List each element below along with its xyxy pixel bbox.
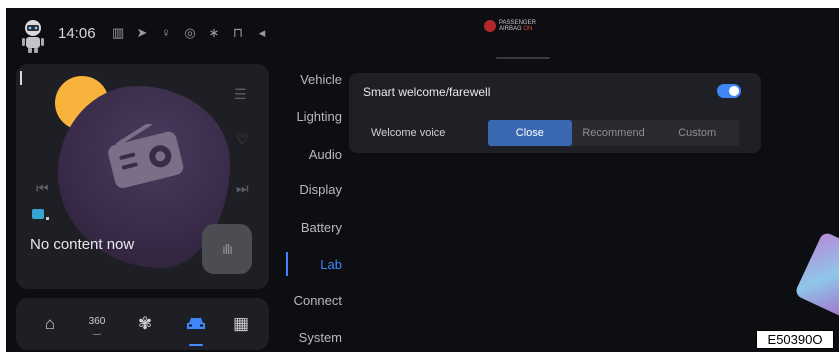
- nav-item-lab[interactable]: Lab: [276, 257, 352, 272]
- nav-item-audio[interactable]: Audio: [276, 147, 352, 162]
- previous-icon[interactable]: ⏮: [36, 180, 49, 197]
- source-dropdown-indicator: [46, 217, 49, 220]
- welcome-voice-label: Welcome voice: [371, 127, 446, 139]
- car-icon[interactable]: [174, 298, 218, 350]
- radio-icon: [108, 124, 184, 189]
- nav-item-system[interactable]: System: [276, 330, 352, 345]
- airbag-line2: AIRBAG: [499, 26, 522, 32]
- status-bar: 14:06 ▥ ➤ ♀ ◎ ∗ ⊓ ◂ PASSENGER AIRBAG ON: [6, 8, 839, 64]
- airbag-state: ON: [523, 26, 533, 32]
- nav-item-connect[interactable]: Connect: [276, 293, 352, 308]
- microphone-icon: ♀: [161, 25, 171, 40]
- smart-welcome-label: Smart welcome/farewell: [363, 85, 491, 99]
- next-icon[interactable]: ⏭: [236, 180, 249, 197]
- welcome-voice-option-custom[interactable]: Custom: [655, 120, 739, 146]
- bottom-dock: ⌂ 360 ‿ ✾ ▦: [16, 298, 269, 350]
- mute-icon: ◂: [258, 25, 266, 40]
- passenger-airbag-indicator: PASSENGER AIRBAG ON: [484, 20, 536, 32]
- 360-arc: ‿: [93, 324, 101, 335]
- lock-icon: ⊓: [232, 25, 244, 40]
- nav-item-battery[interactable]: Battery: [276, 220, 352, 235]
- heart-icon[interactable]: ♡: [236, 131, 249, 148]
- welcome-voice-option-recommend[interactable]: Recommend: [572, 120, 656, 146]
- nav-item-lighting[interactable]: Lighting: [276, 109, 352, 124]
- smart-welcome-toggle[interactable]: [717, 84, 741, 98]
- media-title: No content now: [30, 236, 135, 253]
- 360-camera-icon[interactable]: 360 ‿: [75, 298, 119, 350]
- assistant-robot-icon[interactable]: [20, 18, 46, 54]
- airbag-icon: [484, 20, 496, 32]
- apps-icon[interactable]: ▦: [219, 298, 263, 350]
- source-icon[interactable]: [32, 209, 44, 219]
- decorative-cube: [793, 231, 839, 319]
- clock: 14:06: [58, 25, 96, 42]
- welcome-voice-selector: Close Recommend Custom: [488, 120, 739, 146]
- media-card[interactable]: ☰ ♡ ⏮ ⏭ No content now ıllı: [16, 64, 269, 289]
- voice-bars-icon[interactable]: ıllı: [202, 224, 252, 274]
- bluetooth-icon: ∗: [208, 25, 220, 40]
- dock-active-indicator: [189, 344, 203, 346]
- location-icon: ➤: [136, 25, 148, 40]
- wifi-icon: ◎: [184, 25, 196, 40]
- car-glyph: [187, 318, 205, 329]
- lab-settings-panel: Smart welcome/farewell Welcome voice Clo…: [349, 73, 761, 153]
- drag-handle[interactable]: [496, 57, 550, 59]
- infotainment-screen: 14:06 ▥ ➤ ♀ ◎ ∗ ⊓ ◂ PASSENGER AIRBAG ON: [6, 8, 839, 352]
- card-marker: [20, 71, 22, 85]
- nav-item-vehicle[interactable]: Vehicle: [276, 72, 352, 87]
- signal-icon: ▥: [112, 25, 125, 40]
- welcome-voice-option-close[interactable]: Close: [488, 120, 572, 146]
- settings-nav: Vehicle Lighting Audio Display Battery L…: [276, 64, 352, 352]
- fan-icon[interactable]: ✾: [123, 298, 167, 350]
- home-icon[interactable]: ⌂: [28, 298, 72, 350]
- nav-item-display[interactable]: Display: [276, 182, 352, 197]
- playlist-icon[interactable]: ☰: [234, 86, 247, 103]
- figure-code-label: E50390O: [756, 330, 834, 349]
